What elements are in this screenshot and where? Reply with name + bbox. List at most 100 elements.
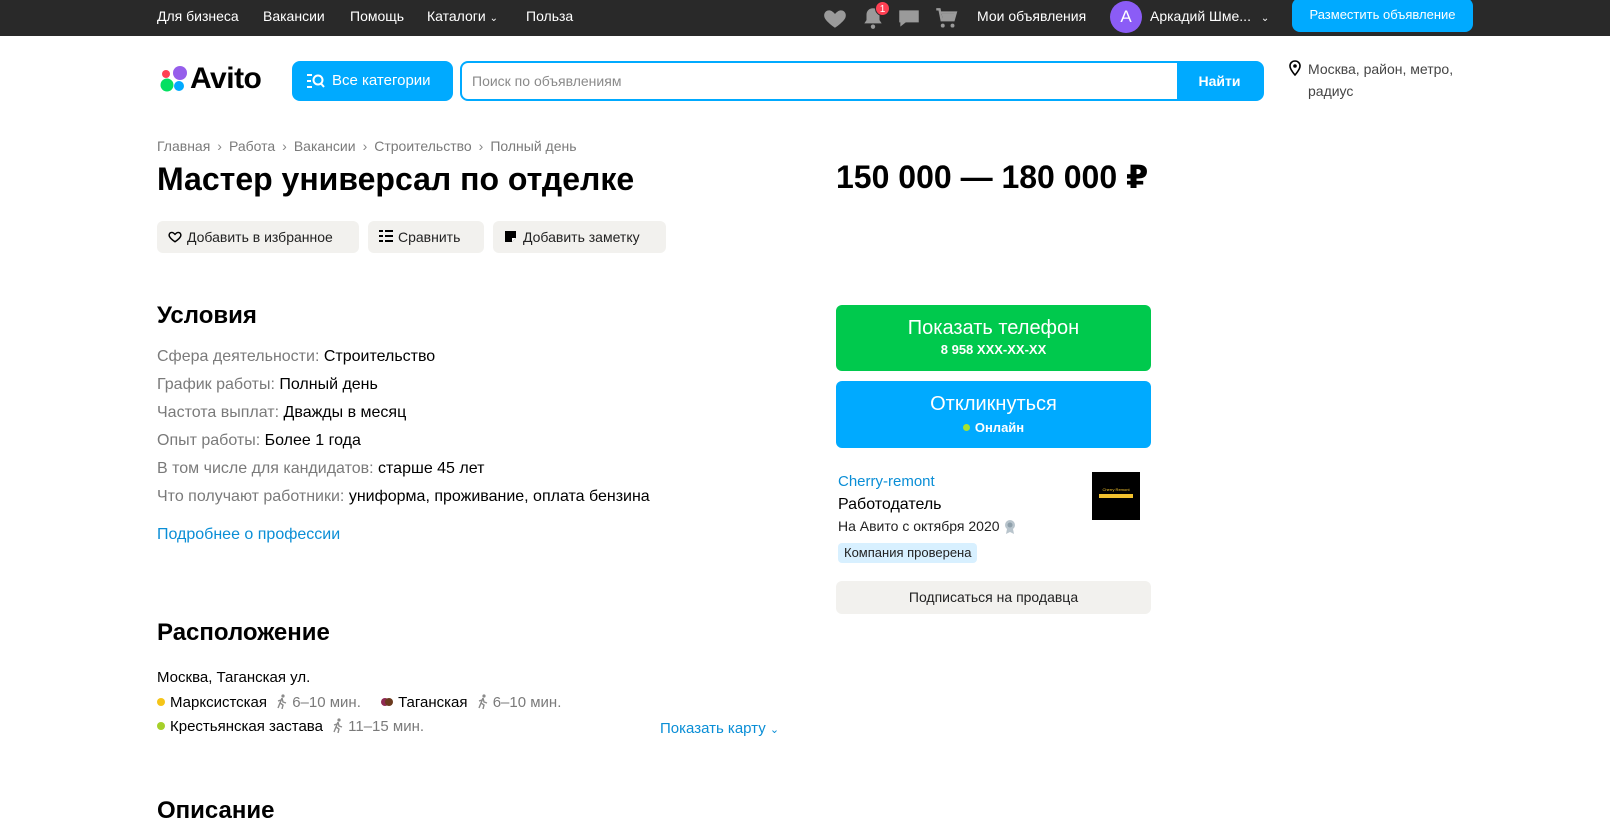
description-heading: Описание [157,797,275,824]
search-button[interactable]: Найти [1177,63,1262,99]
conditions-heading: Условия [157,302,257,329]
show-map-link[interactable]: Показать карту ⌄ [660,720,779,737]
top-bar: Для бизнеса Вакансии Помощь Каталоги ⌄ П… [0,0,1610,36]
all-categories-label: Все категории [332,72,431,89]
condition-row: Что получают работники: униформа, прожив… [157,483,650,511]
user-name: Аркадий Шме... [1150,8,1251,24]
metro-line-dot [385,698,394,706]
condition-key: В том числе для кандидатов: [157,460,374,477]
condition-value: униформа, проживание, оплата бензина [348,488,650,505]
page-title: Мастер универсал по отделке [157,161,635,197]
seller-logo-bar [1099,494,1133,498]
map-pin-icon [1289,60,1301,76]
seller-name-link[interactable]: Cherry-remont [838,473,935,490]
all-categories-button[interactable]: Все категории [292,61,453,101]
show-phone-label: Показать телефон [907,317,1080,339]
seller-logo-text: Cherry Remont [1102,487,1130,492]
favorite-label: Добавить в избранное [187,229,333,245]
chevron-down-icon: ⌄ [1260,13,1270,24]
location-selector[interactable]: Москва, район, метро, радиус [1289,58,1470,102]
medal-icon [1004,520,1015,534]
condition-key: Сфера деятельности: [157,348,320,365]
price: 150 000 — 180 000 ₽ [836,159,1149,195]
metro-station: Крестьянская застава 11–15 мин. [157,716,424,738]
condition-row: В том числе для кандидатов: старше 45 ле… [157,455,650,483]
metro-name: Крестьянская застава [170,718,323,735]
compare-label: Сравнить [398,229,461,245]
condition-row: Опыт работы: Более 1 года [157,427,650,455]
nav-catalogs-label: Каталоги [427,8,486,24]
respond-label: Откликнуться [930,393,1057,415]
avito-logo[interactable]: Avito [157,62,269,96]
user-menu[interactable]: Аркадий Шме... ⌄ [1150,7,1269,28]
verified-badge: Компания проверена [838,543,978,563]
avatar[interactable]: А [1110,1,1142,33]
seller-since: На Авито с октября 2020 [838,518,1017,534]
location-heading: Расположение [157,619,330,646]
online-status: Онлайн [836,420,1151,436]
nav-vacancies[interactable]: Вакансии [263,7,325,25]
note-icon [505,231,516,242]
metro-name: Таганская [398,694,468,711]
metro-time: 11–15 мин. [348,718,425,735]
chevron-down-icon: ⌄ [769,724,780,736]
metro-time: 6–10 мин. [292,694,361,711]
nav-catalogs[interactable]: Каталоги ⌄ [427,7,498,28]
condition-value: старше 45 лет [378,460,485,477]
show-phone-button[interactable]: Показать телефон 8 958 XXX-XX-XX [836,305,1151,371]
condition-key: Что получают работники: [157,488,345,505]
search-bar: Найти [460,61,1264,101]
search-input[interactable] [462,63,1177,99]
online-dot-icon [962,424,970,431]
nav-business[interactable]: Для бизнеса [157,7,239,25]
nav-benefit[interactable]: Польза [526,7,573,25]
breadcrumb-item[interactable]: Главная [157,138,210,154]
add-to-favorites-button[interactable]: Добавить в избранное [157,221,359,253]
chevron-right-icon: › [362,138,368,154]
condition-key: Частота выплат: [157,404,280,421]
compare-button[interactable]: Сравнить [368,221,484,253]
walking-icon [277,694,287,709]
seller-since-text: На Авито с октября 2020 [838,518,1000,534]
metro-station: Марксистская 6–10 мин. Таганская 6–10 ми… [157,692,561,714]
chevron-right-icon: › [217,138,222,154]
condition-value: Полный день [279,376,378,393]
metro-name: Марксистская [170,694,268,711]
location-text: Москва, район, метро, радиус [1308,61,1454,99]
categories-search-icon [307,74,325,88]
post-ad-button[interactable]: Разместить объявление [1292,0,1473,32]
add-note-button[interactable]: Добавить заметку [493,221,666,253]
logo-dots-icon [160,66,187,92]
notification-badge: 1 [875,1,890,16]
my-ads-link[interactable]: Мои объявления [977,7,1086,25]
conditions-list: Сфера деятельности: Строительство График… [157,343,650,511]
condition-value: Более 1 года [264,432,361,449]
respond-button[interactable]: Откликнуться Онлайн [836,381,1151,448]
breadcrumb: Главная › Работа › Вакансии › Строительство › По… [157,138,577,154]
seller-logo[interactable]: Cherry Remont [1092,472,1140,520]
metro-time: 6–10 мин. [492,694,562,711]
metro-line-dot [157,722,165,730]
walking-icon [333,718,343,733]
cart-icon[interactable] [933,5,959,31]
breadcrumb-item[interactable]: Полный день [490,138,576,154]
chevron-right-icon: › [478,138,484,154]
chat-icon[interactable] [896,5,922,31]
breadcrumb-item[interactable]: Строительство [374,138,471,154]
subscribe-button[interactable]: Подписаться на продавца [836,581,1151,614]
breadcrumb-item[interactable]: Работа [229,138,275,154]
address: Москва, Таганская ул. [157,669,311,686]
seller-role: Работодатель [838,496,942,513]
profession-details-link[interactable]: Подробнее о профессии [157,526,340,544]
breadcrumb-item[interactable]: Вакансии [294,138,356,154]
nav-help[interactable]: Помощь [350,7,404,25]
chevron-right-icon: › [282,138,287,154]
walking-icon [478,694,487,709]
heart-icon[interactable] [822,5,848,31]
condition-key: График работы: [157,376,275,393]
show-map-label: Показать карту [660,720,766,737]
metro-line-dot [157,698,165,706]
condition-value: Дважды в месяц [283,404,407,421]
logo-text: Avito [190,62,262,95]
condition-value: Строительство [323,348,436,365]
